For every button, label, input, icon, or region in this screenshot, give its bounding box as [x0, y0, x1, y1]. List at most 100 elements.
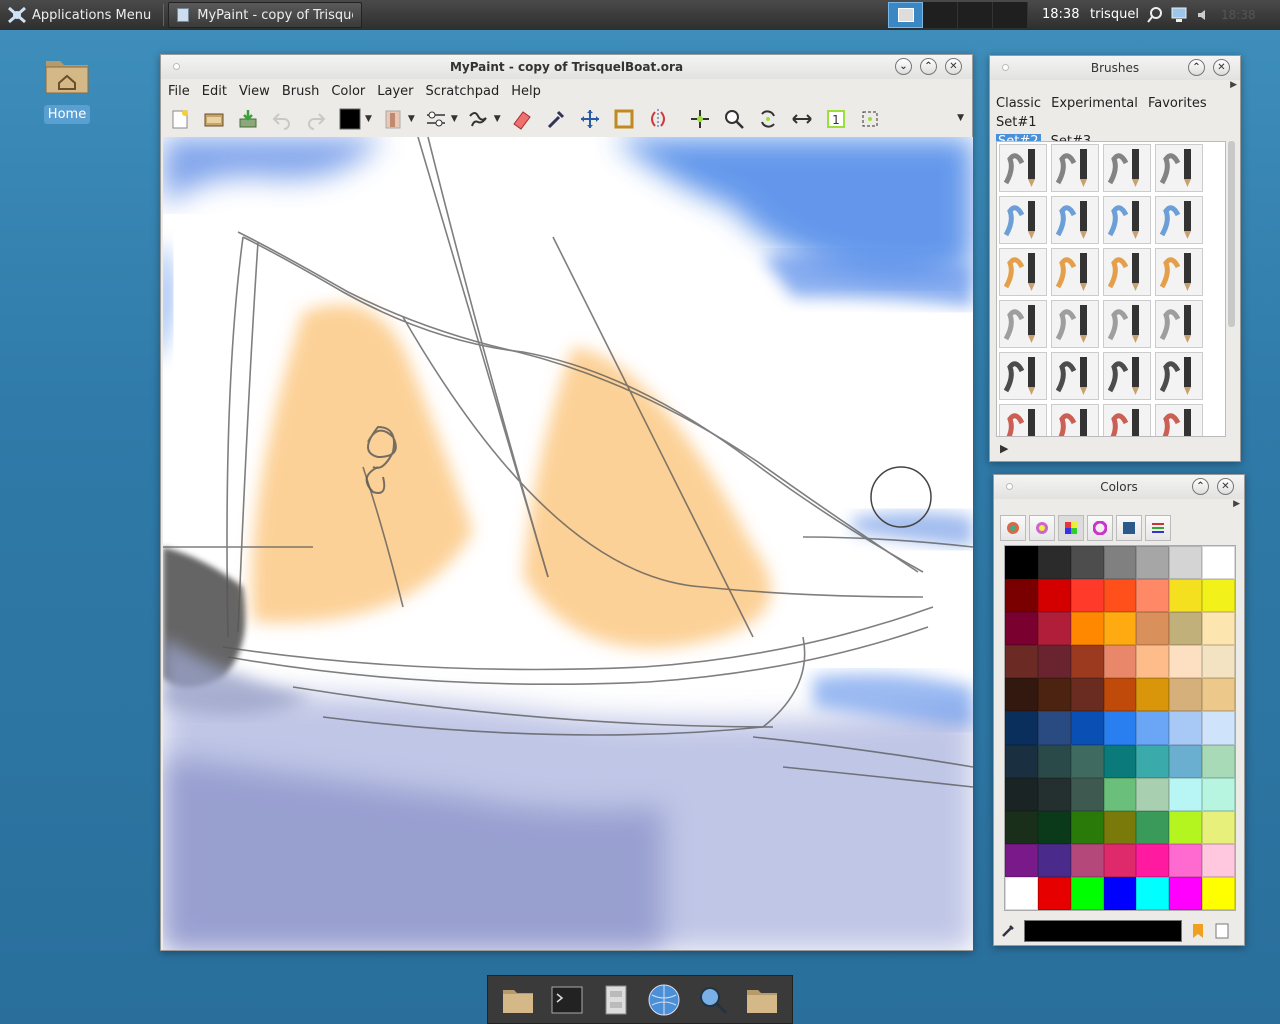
brush-thumbnail[interactable] — [1051, 404, 1099, 436]
dock-terminal[interactable] — [549, 982, 585, 1018]
bookmark-color-icon[interactable] — [1190, 922, 1206, 940]
brush-thumbnail[interactable] — [999, 144, 1047, 192]
palette-swatch[interactable] — [1070, 876, 1104, 910]
menu-file[interactable]: File — [168, 84, 190, 99]
brushes-window-menu-dot[interactable] — [1002, 64, 1009, 71]
palette-swatch[interactable] — [1070, 843, 1104, 877]
brush-button[interactable] — [380, 106, 406, 132]
history-details-icon[interactable] — [1214, 922, 1230, 940]
brush-thumbnail[interactable] — [1051, 248, 1099, 296]
component-sliders-tab[interactable] — [1116, 515, 1142, 541]
palette-swatch[interactable] — [1070, 579, 1104, 613]
palette-swatch[interactable] — [1202, 744, 1235, 778]
menu-help[interactable]: Help — [511, 84, 541, 99]
dock-home-folder[interactable] — [500, 982, 536, 1018]
palette-swatch[interactable] — [1202, 645, 1235, 679]
window-menu-dot[interactable] — [173, 63, 180, 70]
palette-swatch[interactable] — [1202, 810, 1235, 844]
hsv-wheel-tab[interactable] — [1000, 515, 1026, 541]
palette-swatch[interactable] — [1103, 744, 1137, 778]
palette-swatch[interactable] — [1169, 810, 1203, 844]
undo-button[interactable] — [269, 106, 295, 132]
colors-maximize-button[interactable]: ⌃ — [1192, 478, 1209, 495]
brush-thumbnail[interactable] — [1103, 404, 1151, 436]
palette-swatch[interactable] — [1202, 678, 1235, 712]
panel-user-name[interactable]: trisquel — [1090, 7, 1139, 22]
palette-swatch[interactable] — [1005, 711, 1038, 745]
palette-swatch[interactable] — [1103, 876, 1137, 910]
brush-group-classic[interactable]: Classic — [996, 96, 1041, 111]
palette-swatch[interactable] — [1103, 546, 1137, 580]
brush-thumbnail[interactable] — [1103, 144, 1151, 192]
palette-swatch[interactable] — [1202, 612, 1235, 646]
brush-thumbnail[interactable] — [1103, 196, 1151, 244]
palette-swatch[interactable] — [1136, 744, 1170, 778]
palette-swatch[interactable] — [1070, 711, 1104, 745]
new-button[interactable] — [167, 106, 193, 132]
brush-thumbnail[interactable] — [999, 404, 1047, 436]
maximize-button[interactable]: ⌃ — [920, 58, 937, 75]
palette-swatch[interactable] — [1070, 744, 1104, 778]
brush-thumbnail[interactable] — [1051, 352, 1099, 400]
palette-swatch[interactable] — [1169, 711, 1203, 745]
menu-layer[interactable]: Layer — [377, 84, 413, 99]
palette-swatch[interactable] — [1202, 843, 1235, 877]
palette-swatch[interactable] — [1169, 876, 1203, 910]
palette-swatch[interactable] — [1037, 612, 1071, 646]
palette-swatch[interactable] — [1169, 645, 1203, 679]
menu-edit[interactable]: Edit — [202, 84, 227, 99]
brushes-close-button[interactable]: ✕ — [1213, 59, 1230, 76]
save-button[interactable] — [235, 106, 261, 132]
panel-clock[interactable]: 18:38 — [1042, 7, 1079, 22]
palette-swatch[interactable] — [1005, 579, 1038, 613]
dock-search[interactable] — [695, 982, 731, 1018]
palette-swatch[interactable] — [1169, 678, 1203, 712]
palette-swatch[interactable] — [1070, 810, 1104, 844]
palette-swatch[interactable] — [1103, 711, 1137, 745]
palette-swatch[interactable] — [1136, 612, 1170, 646]
palette-swatch[interactable] — [1103, 843, 1137, 877]
palette-swatch[interactable] — [1037, 843, 1071, 877]
palette-swatch[interactable] — [1136, 579, 1170, 613]
brush-thumbnail[interactable] — [1103, 352, 1151, 400]
applications-menu-button[interactable]: Applications Menu — [0, 0, 159, 30]
menu-color[interactable]: Color — [331, 84, 365, 99]
brush-thumbnail[interactable] — [1155, 404, 1203, 436]
redo-button[interactable] — [303, 106, 329, 132]
palette-swatch[interactable] — [1005, 546, 1038, 580]
palette-swatch[interactable] — [1103, 678, 1137, 712]
colors-overflow-arrow[interactable]: ▶ — [1233, 499, 1240, 509]
brush-group-favorites[interactable]: Favorites — [1148, 96, 1207, 111]
palette-swatch[interactable] — [1136, 678, 1170, 712]
palette-swatch[interactable] — [1169, 843, 1203, 877]
flip-view-button[interactable] — [789, 106, 815, 132]
brush-dropdown-arrow[interactable]: ▼ — [408, 114, 415, 124]
palette-swatch[interactable] — [1005, 876, 1038, 910]
colors-titlebar[interactable]: Colors ⌃ ✕ — [994, 475, 1244, 499]
palette-swatch[interactable] — [1037, 876, 1071, 910]
palette-swatch[interactable] — [1103, 579, 1137, 613]
stroke-dropdown-arrow[interactable]: ▼ — [494, 114, 501, 124]
color-button[interactable] — [337, 106, 363, 132]
hcy-wheel-tab[interactable] — [1087, 515, 1113, 541]
brush-thumbnail[interactable] — [1103, 248, 1151, 296]
menu-view[interactable]: View — [239, 84, 270, 99]
brushes-maximize-button[interactable]: ⌃ — [1188, 59, 1205, 76]
fit-view-button[interactable] — [857, 106, 883, 132]
palette-swatch[interactable] — [1070, 546, 1104, 580]
palette-swatch[interactable] — [1103, 645, 1137, 679]
palette-swatch[interactable] — [1136, 546, 1170, 580]
brushes-titlebar[interactable]: Brushes ⌃ ✕ — [990, 56, 1240, 80]
brush-thumbnail[interactable] — [999, 352, 1047, 400]
eyedropper-icon[interactable] — [1000, 923, 1016, 939]
network-tray-icon[interactable] — [1170, 6, 1188, 24]
menu-scratchpad[interactable]: Scratchpad — [426, 84, 500, 99]
palette-swatch[interactable] — [1037, 711, 1071, 745]
drawing-canvas[interactable] — [163, 137, 973, 950]
palette-swatch[interactable] — [1037, 678, 1071, 712]
pan-tool-button[interactable] — [577, 106, 603, 132]
dock-folder[interactable] — [744, 982, 780, 1018]
palette-swatch[interactable] — [1070, 612, 1104, 646]
brush-thumbnail[interactable] — [1103, 300, 1151, 348]
palette-swatch[interactable] — [1037, 546, 1071, 580]
